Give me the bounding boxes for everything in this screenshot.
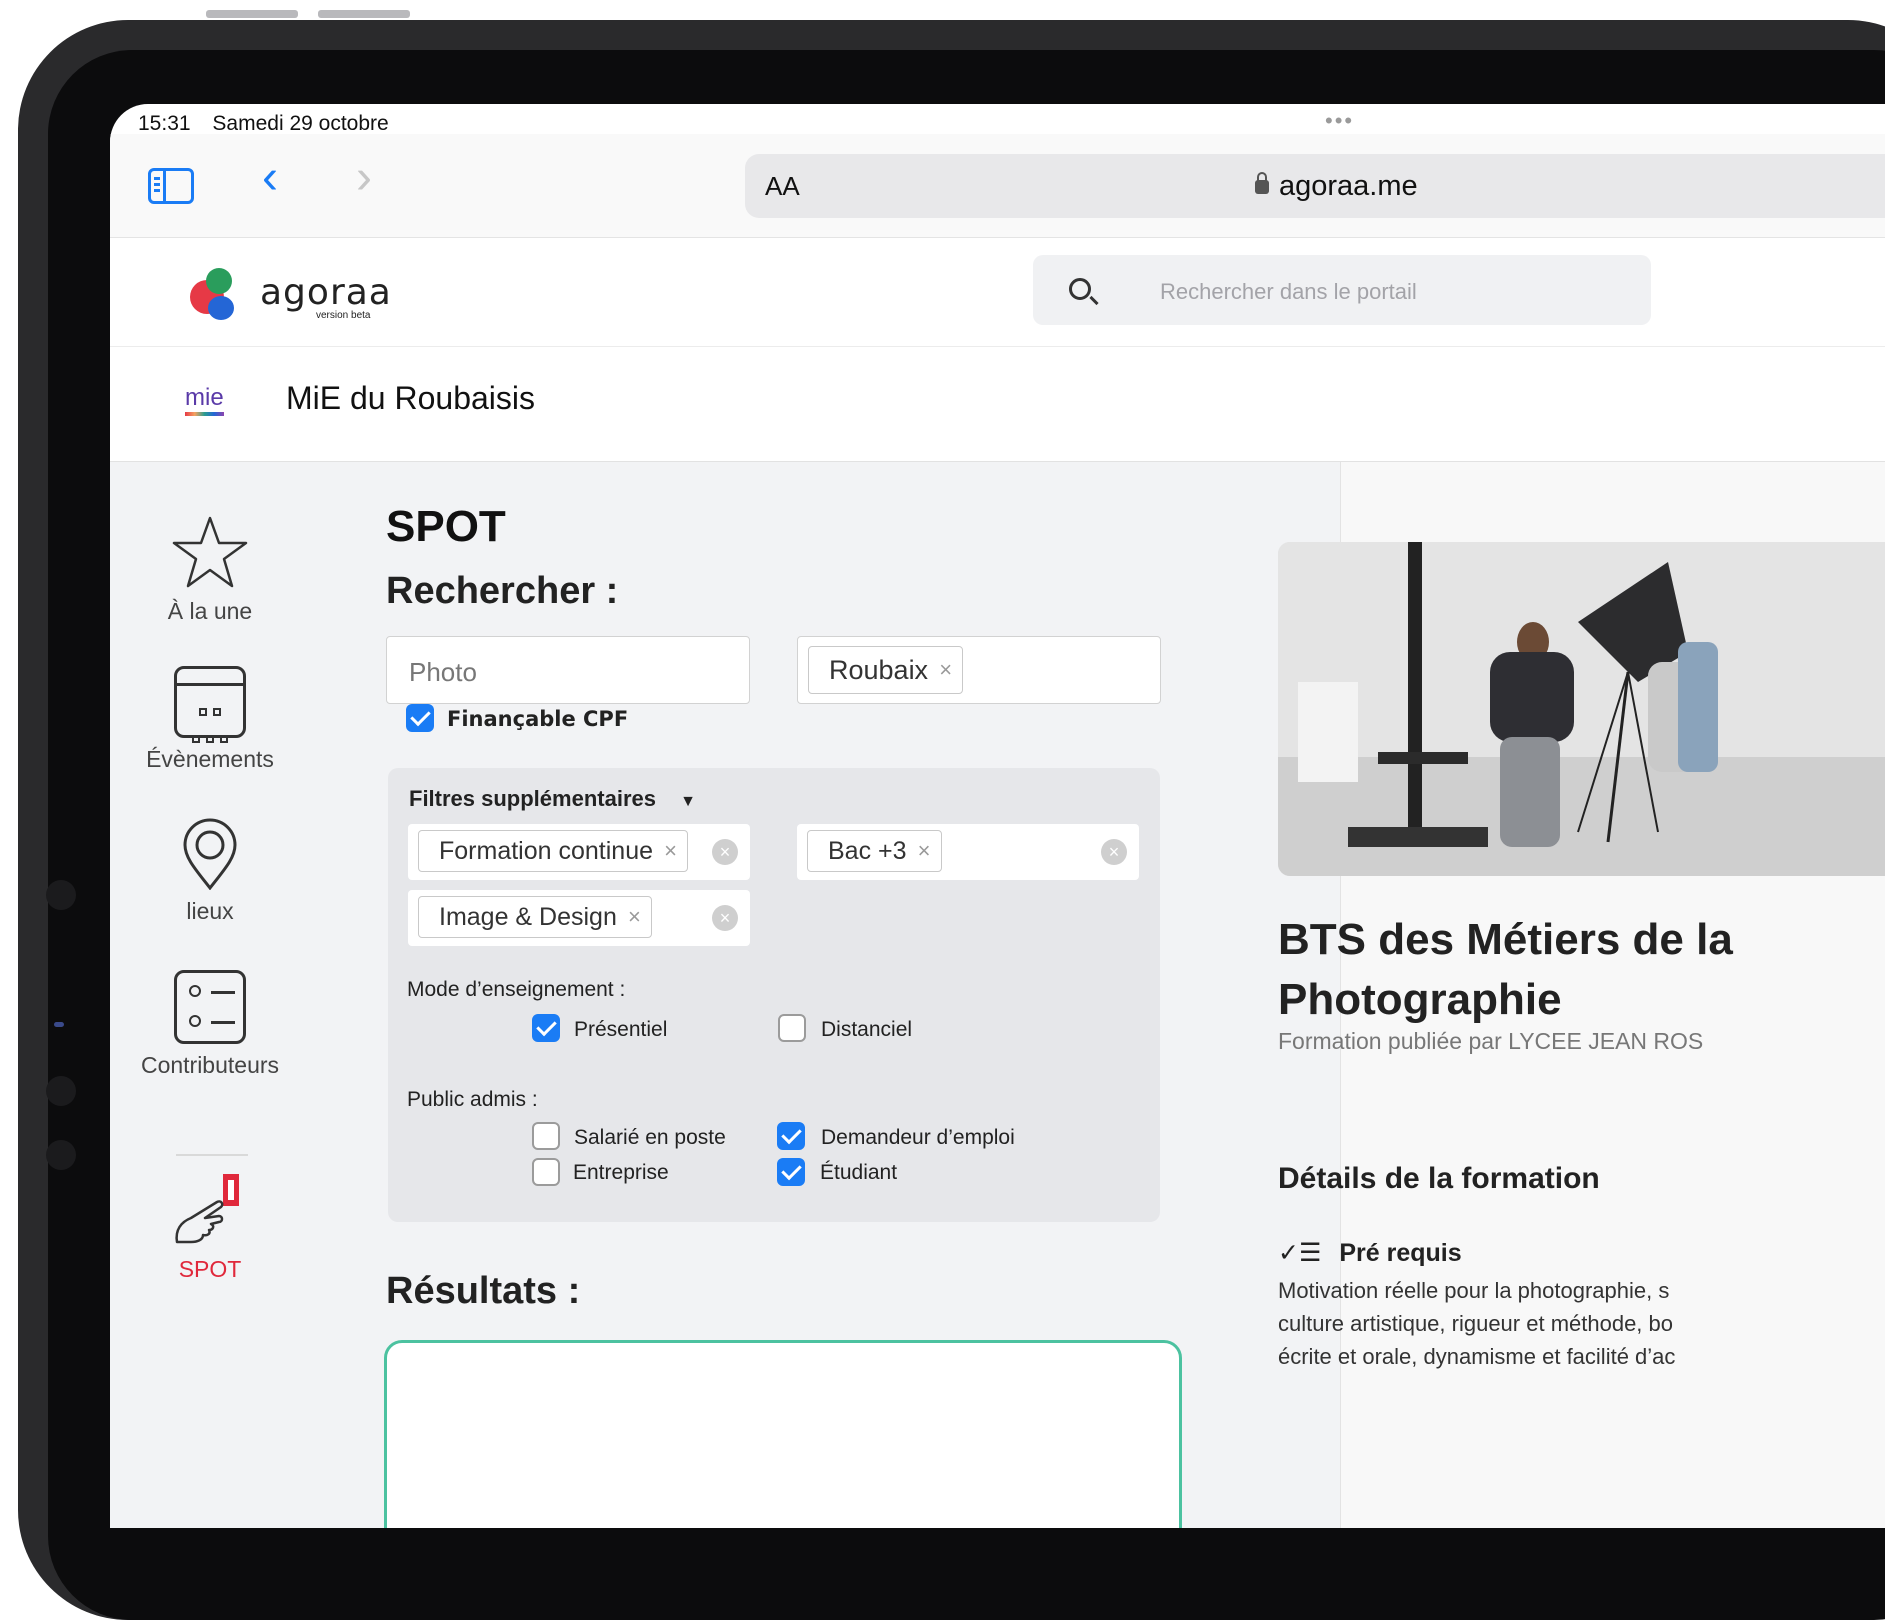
caret-down-icon: ▼ bbox=[680, 793, 696, 810]
etudiant-checkbox[interactable] bbox=[777, 1158, 805, 1186]
screen: 15:31 Samedi 29 octobre ••• ‹ › AA agora… bbox=[110, 104, 1885, 1528]
main-content: À la une Évènements lieux Contributeurs bbox=[110, 462, 1885, 1528]
back-chevron-icon[interactable]: ‹ bbox=[262, 154, 278, 202]
address-bar[interactable]: AA agoraa.me bbox=[745, 154, 1885, 218]
agoraa-logo[interactable]: agoraa version beta bbox=[190, 264, 410, 328]
browser-toolbar: ‹ › AA agoraa.me bbox=[110, 134, 1885, 238]
nav-item-spot[interactable]: SPOT bbox=[110, 1172, 310, 1283]
additional-filters-panel: Filtres supplémentaires ▼ Formation cont… bbox=[388, 768, 1160, 1222]
nav-item-evenements[interactable]: Évènements bbox=[110, 666, 310, 773]
mie-logo[interactable]: mie bbox=[185, 384, 224, 416]
presentiel-label: Présentiel bbox=[574, 1018, 668, 1041]
nav-item-contributeurs[interactable]: Contributeurs bbox=[110, 970, 310, 1079]
entreprise-label: Entreprise bbox=[573, 1161, 669, 1184]
details-heading: Détails de la formation bbox=[1278, 1162, 1600, 1195]
nav-label: Contributeurs bbox=[140, 1052, 280, 1078]
prerequisites-text: Motivation réelle pour la photographie, … bbox=[1278, 1278, 1676, 1369]
level-select[interactable]: Bac +3 × × bbox=[797, 824, 1139, 880]
clear-icon[interactable]: × bbox=[1101, 839, 1127, 865]
entreprise-checkbox[interactable] bbox=[532, 1158, 560, 1186]
formation-chip[interactable]: Formation continue × bbox=[418, 830, 689, 872]
chip-label: Formation continue bbox=[439, 837, 654, 865]
cpf-checkbox[interactable] bbox=[406, 704, 434, 732]
prerequisites-label: Pré requis bbox=[1339, 1239, 1462, 1267]
map-pin-icon bbox=[183, 818, 237, 890]
status-bar: 15:31 Samedi 29 octobre bbox=[138, 112, 405, 136]
organization-bar: mie MiE du Roubaisis bbox=[110, 348, 1885, 462]
keyword-value: Photo bbox=[409, 657, 477, 687]
camera-dot bbox=[46, 880, 76, 910]
nav-label: À la une bbox=[167, 598, 253, 624]
mode-label: Mode d’enseignement : bbox=[407, 978, 626, 1001]
status-date: Samedi 29 octobre bbox=[212, 112, 389, 135]
chip-remove-icon[interactable]: × bbox=[918, 831, 931, 871]
chip-remove-icon[interactable]: × bbox=[939, 647, 952, 693]
nav-label: lieux bbox=[186, 898, 234, 924]
filters-toggle-label: Filtres supplémentaires bbox=[409, 786, 656, 811]
multitasking-dots-icon[interactable]: ••• bbox=[1325, 108, 1354, 134]
chip-label: Bac +3 bbox=[828, 837, 907, 865]
nav-item-lieux[interactable]: lieux bbox=[110, 818, 310, 925]
logo-name: agoraa bbox=[260, 272, 392, 313]
lock-icon bbox=[1255, 172, 1269, 194]
page-title: SPOT bbox=[386, 502, 506, 551]
camera-dot bbox=[46, 1076, 76, 1106]
clear-icon[interactable]: × bbox=[712, 905, 738, 931]
camera-indicator bbox=[54, 1022, 64, 1027]
search-icon bbox=[1069, 278, 1091, 300]
formation-type-select[interactable]: Formation continue × × bbox=[408, 824, 750, 880]
site-header: agoraa version beta Rechercher dans le p… bbox=[110, 239, 1885, 347]
prerequisites-heading: ✓☰ Pré requis bbox=[1278, 1238, 1462, 1268]
calendar-icon bbox=[174, 666, 246, 743]
nav-divider bbox=[176, 1154, 248, 1156]
clear-icon[interactable]: × bbox=[712, 839, 738, 865]
domain-chip[interactable]: Image & Design × bbox=[418, 896, 652, 938]
demandeur-label: Demandeur d’emploi bbox=[821, 1126, 1015, 1149]
sidebar-toggle-icon[interactable] bbox=[148, 168, 194, 204]
presentiel-checkbox[interactable] bbox=[532, 1014, 560, 1042]
salarie-label: Salarié en poste bbox=[574, 1126, 726, 1149]
chip-remove-icon[interactable]: × bbox=[664, 831, 677, 871]
chip-label: Roubaix bbox=[829, 655, 929, 685]
result-card[interactable] bbox=[384, 1340, 1182, 1528]
keyword-input[interactable]: Photo bbox=[386, 636, 750, 704]
volume-button bbox=[318, 10, 410, 18]
search-heading: Rechercher : bbox=[386, 570, 619, 612]
status-time: 15:31 bbox=[138, 112, 191, 135]
demandeur-checkbox[interactable] bbox=[777, 1122, 805, 1150]
chip-label: Image & Design bbox=[439, 903, 617, 931]
filters-toggle[interactable]: Filtres supplémentaires ▼ bbox=[409, 786, 696, 812]
distanciel-label: Distanciel bbox=[821, 1018, 913, 1041]
public-label: Public admis : bbox=[407, 1088, 538, 1111]
salarie-checkbox[interactable] bbox=[532, 1122, 560, 1150]
checklist-icon: ✓☰ bbox=[1278, 1239, 1322, 1267]
level-chip[interactable]: Bac +3 × bbox=[807, 830, 942, 872]
nav-item-a-la-une[interactable]: À la une bbox=[110, 514, 310, 625]
cpf-label: Finançable CPF bbox=[447, 707, 629, 731]
volume-button bbox=[206, 10, 298, 18]
search-placeholder: Rechercher dans le portail bbox=[1160, 279, 1417, 304]
contacts-icon bbox=[174, 970, 246, 1044]
portal-search-input[interactable]: Rechercher dans le portail bbox=[1033, 255, 1651, 325]
training-publisher: Formation publiée par LYCEE JEAN ROS bbox=[1278, 1028, 1704, 1054]
training-photo bbox=[1278, 542, 1885, 876]
results-heading: Résultats : bbox=[386, 1270, 581, 1312]
url-text: agoraa.me bbox=[1255, 170, 1418, 203]
training-title: BTS des Métiers de la Photographie bbox=[1278, 915, 1733, 1024]
logo-tag: version beta bbox=[316, 310, 371, 321]
domain-select[interactable]: Image & Design × × bbox=[408, 890, 750, 946]
camera-dot bbox=[46, 1140, 76, 1170]
location-chip[interactable]: Roubaix × bbox=[808, 646, 964, 694]
etudiant-label: Étudiant bbox=[820, 1161, 898, 1184]
organization-name[interactable]: MiE du Roubaisis bbox=[286, 380, 535, 417]
url-value: agoraa.me bbox=[1279, 170, 1418, 202]
chip-remove-icon[interactable]: × bbox=[628, 897, 641, 937]
location-input[interactable]: Roubaix × bbox=[797, 636, 1161, 704]
text-size-button[interactable]: AA bbox=[765, 171, 800, 202]
pointing-hand-icon bbox=[175, 1174, 239, 1244]
nav-label: SPOT bbox=[178, 1256, 242, 1282]
distanciel-checkbox[interactable] bbox=[778, 1014, 806, 1042]
forward-chevron-icon[interactable]: › bbox=[356, 154, 372, 202]
star-icon bbox=[172, 516, 248, 588]
